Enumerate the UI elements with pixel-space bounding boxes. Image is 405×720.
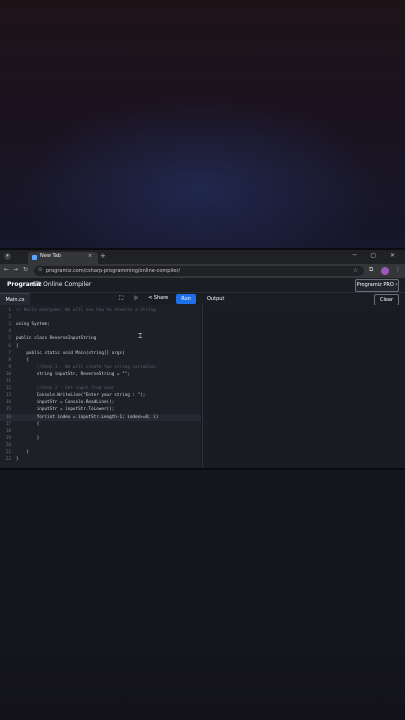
run-button[interactable]: Run — [176, 294, 196, 304]
code-text: } — [16, 457, 19, 463]
line-number: 7 — [8, 350, 11, 356]
code-line[interactable]: 16 for(int index = inputStr.Length-1; in… — [0, 413, 201, 421]
line-number: 12 — [5, 386, 11, 392]
code-line[interactable]: 20 — [0, 442, 201, 449]
code-text: inputStr = inputStr.ToLower(); — [16, 407, 115, 413]
code-text: for(int index = inputStr.Length-1; index… — [16, 414, 159, 420]
line-number: 15 — [5, 407, 11, 413]
line-number: 14 — [5, 400, 11, 406]
line-number: 19 — [5, 435, 11, 441]
line-number: 21 — [5, 450, 11, 455]
code-text: //Step 2 - Get input from user — [16, 386, 115, 392]
browser-menu-icon[interactable]: ⋮ — [395, 266, 401, 273]
page-title: C# Online Compiler — [32, 281, 92, 288]
code-text: // Hello everyone, We will see how to re… — [16, 308, 156, 313]
code-text: Console.WriteLine("Enter your string : "… — [16, 393, 146, 399]
output-label: Output — [207, 296, 225, 302]
line-number: 2 — [8, 315, 11, 321]
line-number: 22 — [5, 457, 11, 463]
bookmark-star-icon[interactable]: ☆ — [353, 267, 358, 274]
address-bar-row: ← → ↻ ⊙ programiz.com/csharp-programming… — [0, 264, 405, 278]
tab-search-icon[interactable]: ▾ — [4, 253, 11, 260]
code-line[interactable]: 4 — [0, 328, 201, 335]
code-text: //Step 1 - We will create two string var… — [16, 364, 156, 370]
code-text: { — [16, 421, 40, 427]
code-line[interactable]: 19 } — [0, 435, 201, 442]
line-number: 8 — [8, 357, 11, 363]
forward-icon[interactable]: → — [13, 266, 18, 273]
code-line[interactable]: 8 { — [0, 357, 201, 364]
code-line[interactable]: 1 // Hello everyone, We will see how to r… — [0, 307, 201, 314]
code-line[interactable]: 2 — [0, 314, 201, 321]
screen-recording: ▾ New Tab × + ─ ▢ ✕ ← → ↻ ⊙ programiz.co… — [0, 250, 405, 468]
code-line[interactable]: 9 //Step 1 - We will create two string v… — [0, 364, 201, 371]
code-line[interactable]: 13 Console.WriteLine("Enter your string … — [0, 392, 201, 399]
new-tab-button[interactable]: + — [100, 252, 106, 260]
reload-icon[interactable]: ↻ — [23, 266, 28, 273]
line-number: 6 — [8, 343, 11, 349]
line-number: 17 — [5, 421, 11, 427]
line-number: 18 — [5, 428, 11, 434]
code-line[interactable]: 5 public class ReverseInputString — [0, 335, 201, 342]
code-line[interactable]: 3 using System; — [0, 321, 201, 328]
tab-title: New Tab — [40, 253, 61, 259]
url-text: programiz.com/csharp-programming/online-… — [46, 268, 181, 274]
code-line[interactable]: 7 public static void Main(string[] args) — [0, 350, 201, 357]
profile-avatar[interactable] — [381, 267, 389, 275]
share-button[interactable]: ⋖ Share — [148, 295, 168, 301]
code-line[interactable]: 10 string inputStr, ReverseString = ""; — [0, 371, 201, 378]
site-header: Programiz C# Online Compiler Programiz P… — [0, 278, 405, 293]
window-controls[interactable]: ─ ▢ ✕ — [353, 252, 401, 259]
share-label: Share — [153, 295, 169, 301]
line-number: 16 — [5, 414, 11, 420]
code-line[interactable]: 15 inputStr = inputStr.ToLower(); — [0, 406, 201, 413]
code-text: } — [16, 450, 29, 455]
extensions-icon[interactable]: ⧉ — [369, 266, 373, 274]
background-bottom — [0, 470, 405, 720]
line-number: 10 — [5, 371, 11, 377]
code-text: public static void Main(string[] args) — [16, 350, 125, 356]
code-text: } — [16, 435, 40, 441]
code-text: { — [16, 357, 29, 363]
code-line[interactable]: 11 — [0, 378, 201, 385]
browser-tab[interactable]: New Tab × — [28, 252, 98, 264]
line-number: 3 — [8, 322, 11, 328]
theme-toggle-icon[interactable]: ☼ — [133, 295, 138, 302]
code-line[interactable]: 18 — [0, 428, 201, 435]
url-field[interactable]: ⊙ programiz.com/csharp-programming/onlin… — [34, 266, 364, 276]
line-number: 9 — [8, 364, 11, 370]
tab-close-icon[interactable]: × — [88, 253, 92, 259]
line-number: 20 — [5, 442, 11, 448]
line-number: 1 — [8, 308, 11, 313]
line-number: 4 — [8, 329, 11, 335]
mouse-cursor-icon: ⌶ — [138, 332, 143, 340]
fullscreen-icon[interactable]: ⛶ — [119, 295, 123, 303]
code-line[interactable]: 17 { — [0, 421, 201, 428]
code-text: string inputStr, ReverseString = ""; — [16, 371, 130, 377]
programiz-pro-button[interactable]: Programiz PRO › — [355, 279, 399, 292]
back-icon[interactable]: ← — [4, 266, 9, 273]
code-text: { — [16, 343, 19, 349]
code-text: inputStr = Console.ReadLine(); — [16, 400, 115, 406]
code-line[interactable]: 12 //Step 2 - Get input from user — [0, 385, 201, 392]
browser-tab-strip: ▾ New Tab × + ─ ▢ ✕ — [0, 250, 405, 264]
favicon-icon — [32, 255, 37, 260]
output-panel[interactable] — [202, 305, 405, 468]
code-line[interactable]: 22} — [0, 456, 201, 463]
background-top — [0, 0, 405, 248]
line-number: 5 — [8, 336, 11, 342]
line-number: 11 — [5, 379, 11, 384]
site-info-icon[interactable]: ⊙ — [38, 267, 42, 273]
code-text: using System; — [16, 322, 50, 328]
editor-toolbar: Main.cs ⛶ ☼ ⋖ Share Run Output Clear — [0, 293, 405, 306]
code-line[interactable]: 6{ — [0, 343, 201, 350]
line-number: 13 — [5, 393, 11, 399]
code-editor[interactable]: 1 // Hello everyone, We will see how to r… — [0, 305, 201, 468]
code-line[interactable]: 14 inputStr = Console.ReadLine(); — [0, 399, 201, 406]
code-text: public class ReverseInputString — [16, 336, 97, 342]
code-line[interactable]: 21 } — [0, 449, 201, 456]
